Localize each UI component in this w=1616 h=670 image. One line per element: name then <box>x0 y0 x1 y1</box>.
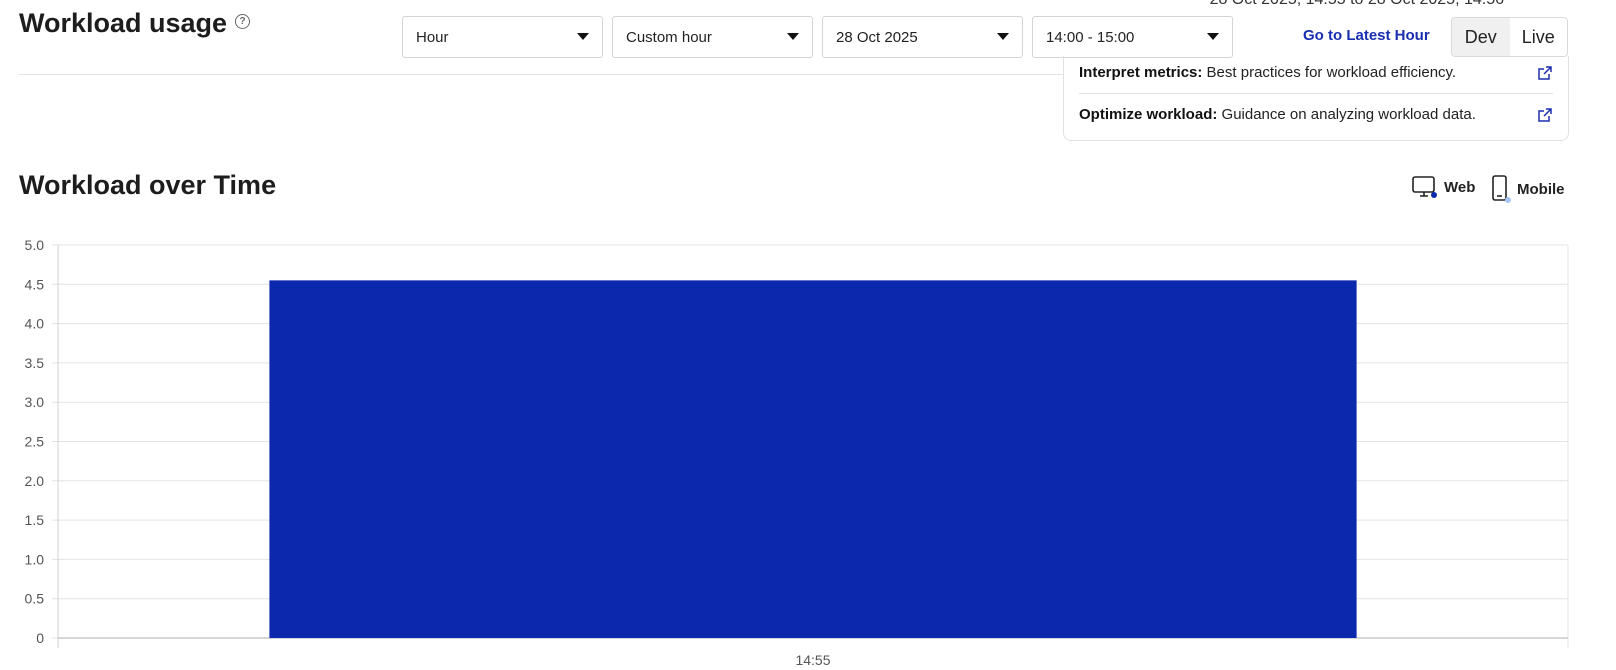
environment-toggle[interactable]: Dev Live <box>1451 17 1568 57</box>
chevron-down-icon <box>1207 33 1219 40</box>
resource-title: Interpret metrics: <box>1079 64 1203 81</box>
bar-web <box>269 280 1357 638</box>
y-tick-label: 5.0 <box>25 237 45 253</box>
y-tick-label: 2.5 <box>25 434 45 450</box>
date-select[interactable]: 28 Oct 2025 <box>822 16 1023 58</box>
y-tick-label: 0.5 <box>25 591 45 607</box>
help-icon[interactable]: ? <box>235 14 251 29</box>
chevron-down-icon <box>787 33 799 40</box>
y-tick-label: 3.0 <box>25 394 45 410</box>
y-tick-label: 1.0 <box>25 551 45 567</box>
env-option-live[interactable]: Live <box>1510 18 1568 56</box>
granularity-value: Hour <box>416 28 449 46</box>
resource-title: Optimize workload: <box>1079 106 1218 123</box>
legend-item-web[interactable]: Web <box>1412 175 1475 199</box>
chevron-down-icon <box>577 33 589 40</box>
resource-text: Best practices for workload efficiency. <box>1206 64 1457 81</box>
y-tick-label: 2.0 <box>25 473 45 489</box>
legend-label: Mobile <box>1517 180 1565 198</box>
resource-text: Guidance on analyzing workload data. <box>1221 106 1476 123</box>
y-tick-label: 0 <box>36 630 44 646</box>
resource-link-interpret-metrics[interactable]: Interpret metrics: Best practices for wo… <box>1079 64 1553 81</box>
go-to-latest-hour-link[interactable]: Go to Latest Hour <box>1303 27 1430 44</box>
legend-label: Web <box>1444 178 1476 196</box>
time-range-value: 14:00 - 15:00 <box>1046 28 1135 46</box>
monitor-icon <box>1412 176 1437 198</box>
resource-divider <box>1079 93 1553 94</box>
resource-link-optimize-workload[interactable]: Optimize workload: Guidance on analyzing… <box>1079 106 1553 123</box>
legend-item-mobile[interactable]: Mobile <box>1491 175 1565 203</box>
mode-value: Custom hour <box>626 28 712 46</box>
phone-icon <box>1492 175 1511 203</box>
granularity-select[interactable]: Hour <box>402 16 603 58</box>
y-tick-label: 4.0 <box>25 316 45 332</box>
external-link-icon[interactable] <box>1537 107 1553 123</box>
env-option-dev[interactable]: Dev <box>1452 18 1510 56</box>
header-divider <box>19 74 1064 75</box>
date-range-caption: 28 Oct 2025, 14:55 to 28 Oct 2025, 14:56 <box>1210 0 1504 9</box>
y-tick-label: 3.5 <box>25 355 45 371</box>
time-range-select[interactable]: 14:00 - 15:00 <box>1032 16 1233 58</box>
external-link-icon[interactable] <box>1537 65 1553 81</box>
workload-chart: 0 0.5 1.0 1.5 2.0 2.5 3.0 3.5 4.0 4.5 5.0 14:55 <box>25 237 1569 668</box>
chevron-down-icon <box>997 33 1009 40</box>
mode-select[interactable]: Custom hour <box>612 16 813 58</box>
date-value: 28 Oct 2025 <box>836 28 918 46</box>
resources-panel: Interpret metrics: Best practices for wo… <box>1063 56 1569 141</box>
page-title-text: Workload usage <box>19 8 228 38</box>
page-title: Workload usage ? <box>19 8 251 39</box>
y-tick-label: 1.5 <box>25 512 45 528</box>
y-tick-label: 4.5 <box>25 276 45 292</box>
x-tick-label: 14:55 <box>795 652 830 668</box>
chart-section-title: Workload over Time <box>19 170 277 200</box>
